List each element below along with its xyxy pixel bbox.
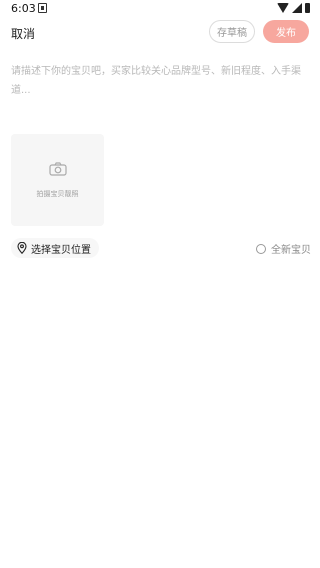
publish-button[interactable]: 发布 [263, 20, 309, 43]
select-location-label: 选择宝贝位置 [31, 244, 91, 256]
brand-new-radio[interactable]: 全新宝贝 [256, 241, 311, 256]
select-location-button[interactable]: 选择宝贝位置 [11, 238, 99, 258]
status-time: 6:03 [11, 2, 36, 15]
add-photo-label: 拍摄宝贝靓照 [36, 190, 79, 198]
camera-icon [49, 162, 67, 176]
brand-new-label: 全新宝贝 [271, 245, 311, 256]
signal-icon [292, 3, 302, 13]
status-icons [277, 3, 310, 13]
radio-circle-icon [256, 243, 266, 254]
battery-icon [305, 3, 310, 13]
wifi-icon [277, 3, 289, 13]
location-pin-icon [17, 242, 27, 254]
cancel-button[interactable]: 取消 [11, 25, 35, 42]
description-input[interactable] [11, 62, 309, 122]
header-bar: 取消 存草稿 发布 [0, 20, 320, 46]
notification-icon [38, 3, 47, 13]
add-photo-button[interactable]: 拍摄宝贝靓照 [11, 134, 104, 226]
save-draft-button[interactable]: 存草稿 [209, 20, 255, 43]
status-bar: 6:03 [0, 0, 320, 18]
